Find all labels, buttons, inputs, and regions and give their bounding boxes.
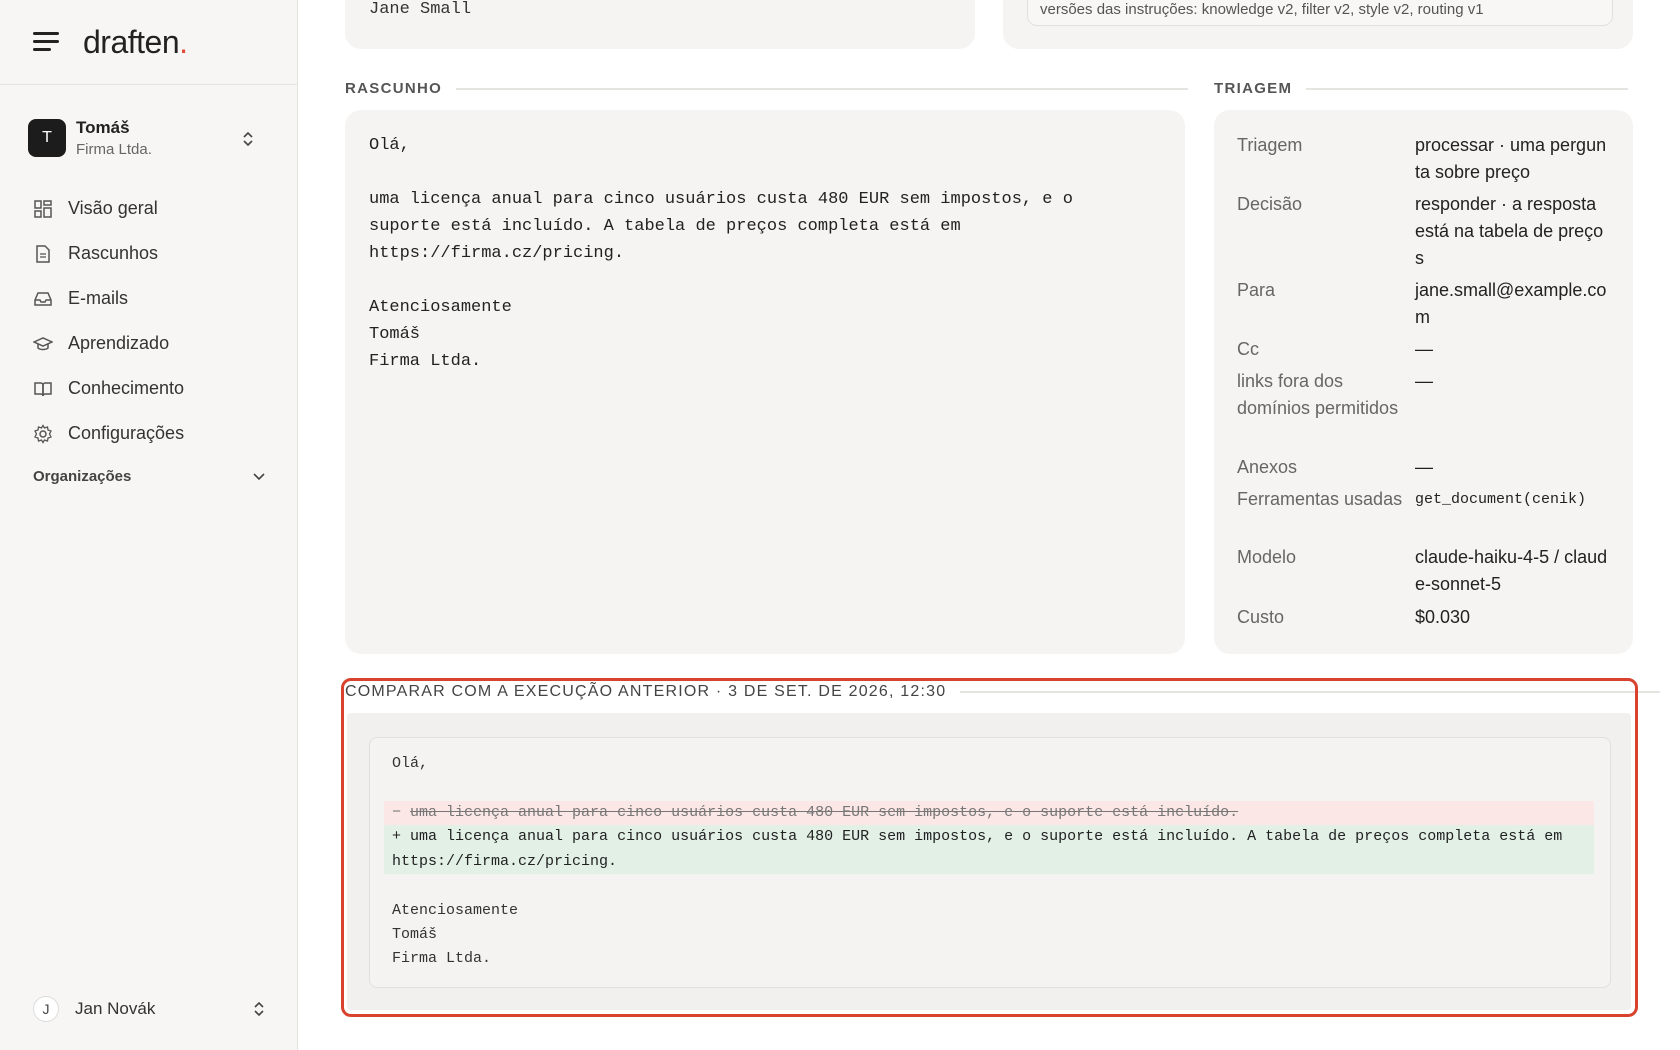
triage-key: Triagem: [1237, 135, 1303, 155]
triage-value: processar · uma pergunta sobre preço: [1415, 135, 1607, 182]
user-menu[interactable]: J Jan Novák: [33, 996, 265, 1022]
triage-key: Ferramentas usadas: [1237, 489, 1403, 509]
highlight-frame: [341, 678, 1638, 1017]
recipient-card: Jane Small: [345, 0, 975, 49]
gear-icon: [34, 423, 52, 444]
triage-key: Decisão: [1237, 194, 1303, 214]
draft-section-label: RASCUNHO: [345, 80, 1189, 97]
triage-row: Decisão responder · a resposta está na t…: [1237, 191, 1617, 272]
sidebar-item-emails[interactable]: E-mails: [33, 276, 273, 321]
triage-row: links fora dos domínios permitidos —: [1237, 368, 1617, 422]
triage-key: Cc: [1237, 339, 1259, 359]
triage-row: Triagem processar · uma pergunta sobre p…: [1237, 132, 1617, 186]
sidebar-item-visao-geral[interactable]: Visão geral: [33, 186, 273, 231]
account-name: Tomáš: [76, 118, 130, 137]
logo[interactable]: draften.: [83, 24, 188, 61]
triage-key: Modelo: [1237, 547, 1297, 567]
triage-value: —: [1415, 339, 1433, 359]
grid-icon: [34, 199, 52, 218]
brand-header: draften.: [0, 0, 297, 85]
draft-card: Olá, uma licença anual para cinco usuári…: [345, 110, 1185, 654]
menu-icon[interactable]: [33, 32, 59, 52]
account-avatar: T: [28, 119, 66, 157]
account-switcher[interactable]: T Tomáš Firma Ltda.: [28, 118, 272, 158]
draft-section-title: RASCUNHO: [345, 80, 443, 97]
triage-row: Cc —: [1237, 336, 1617, 363]
inbox-icon: [34, 291, 52, 306]
triage-row: Anexos —: [1237, 454, 1617, 481]
instructions-versions: versões das instruções: knowledge v2, fi…: [1040, 1, 1484, 18]
triage-row: Ferramentas usadas get_document(cenik): [1237, 486, 1617, 513]
sidebar-item-label: Visão geral: [68, 198, 158, 218]
sidebar-item-label: Rascunhos: [68, 243, 159, 263]
triage-value: claude-haiku-4-5 / claude-sonnet-5: [1415, 547, 1608, 594]
sidebar-item-label: Configurações: [68, 423, 185, 443]
chevron-down-icon: [253, 472, 265, 480]
triage-value: responder · a resposta está na tabela de…: [1415, 194, 1604, 268]
chevron-updown-icon: [242, 130, 254, 148]
triage-key: links fora dos domínios permitidos: [1237, 371, 1399, 418]
instructions-versions-box: versões das instruções: knowledge v2, fi…: [1027, 0, 1613, 26]
sidebar-item-aprendizado[interactable]: Aprendizado: [33, 321, 273, 366]
sidebar-item-rascunhos[interactable]: Rascunhos: [33, 231, 273, 276]
graduation-cap-icon: [33, 336, 53, 350]
user-avatar: J: [33, 996, 59, 1022]
sidebar: draften. T Tomáš Firma Ltda. Visão geral…: [0, 0, 298, 1050]
sidebar-item-label: E-mails: [68, 288, 129, 308]
account-org: Firma Ltda.: [76, 141, 152, 158]
triage-row: Para jane.small@example.com: [1237, 277, 1617, 331]
organizations-label: Organizações: [33, 468, 132, 485]
chevron-updown-icon: [253, 1000, 265, 1018]
sidebar-item-label: Conhecimento: [68, 378, 185, 398]
triage-value: —: [1415, 457, 1433, 477]
triage-key: Custo: [1237, 607, 1285, 627]
sidebar-item-conhecimento[interactable]: Conhecimento: [33, 366, 273, 411]
triage-card: Triagem processar · uma pergunta sobre p…: [1214, 110, 1633, 654]
triage-value: get_document(cenik): [1415, 491, 1587, 508]
triage-row: Modelo claude-haiku-4-5 / claude-sonnet-…: [1237, 544, 1617, 598]
recipient-name: Jane Small: [369, 0, 472, 19]
draft-body[interactable]: Olá, uma licença anual para cinco usuári…: [369, 132, 1073, 375]
triage-section-title: TRIAGEM: [1214, 80, 1293, 97]
triage-value: jane.small@example.com: [1415, 280, 1607, 327]
user-name: Jan Novák: [75, 999, 156, 1018]
sidebar-item-configuracoes[interactable]: Configurações: [33, 411, 273, 456]
triage-value: $0.030: [1415, 607, 1471, 627]
sidebar-nav: Visão geral Rascunhos E-mails Aprendizad…: [33, 186, 273, 456]
triage-value: —: [1415, 371, 1433, 391]
document-icon: [36, 244, 50, 263]
organizations-toggle[interactable]: Organizações: [33, 468, 265, 485]
sidebar-item-label: Aprendizado: [68, 333, 170, 353]
triage-section-label: TRIAGEM: [1214, 80, 1629, 97]
instructions-card: versões das instruções: knowledge v2, fi…: [1003, 0, 1633, 49]
triage-key: Anexos: [1237, 457, 1298, 477]
triage-key: Para: [1237, 280, 1276, 300]
triage-row: Custo $0.030: [1237, 604, 1617, 631]
book-icon: [34, 381, 52, 396]
